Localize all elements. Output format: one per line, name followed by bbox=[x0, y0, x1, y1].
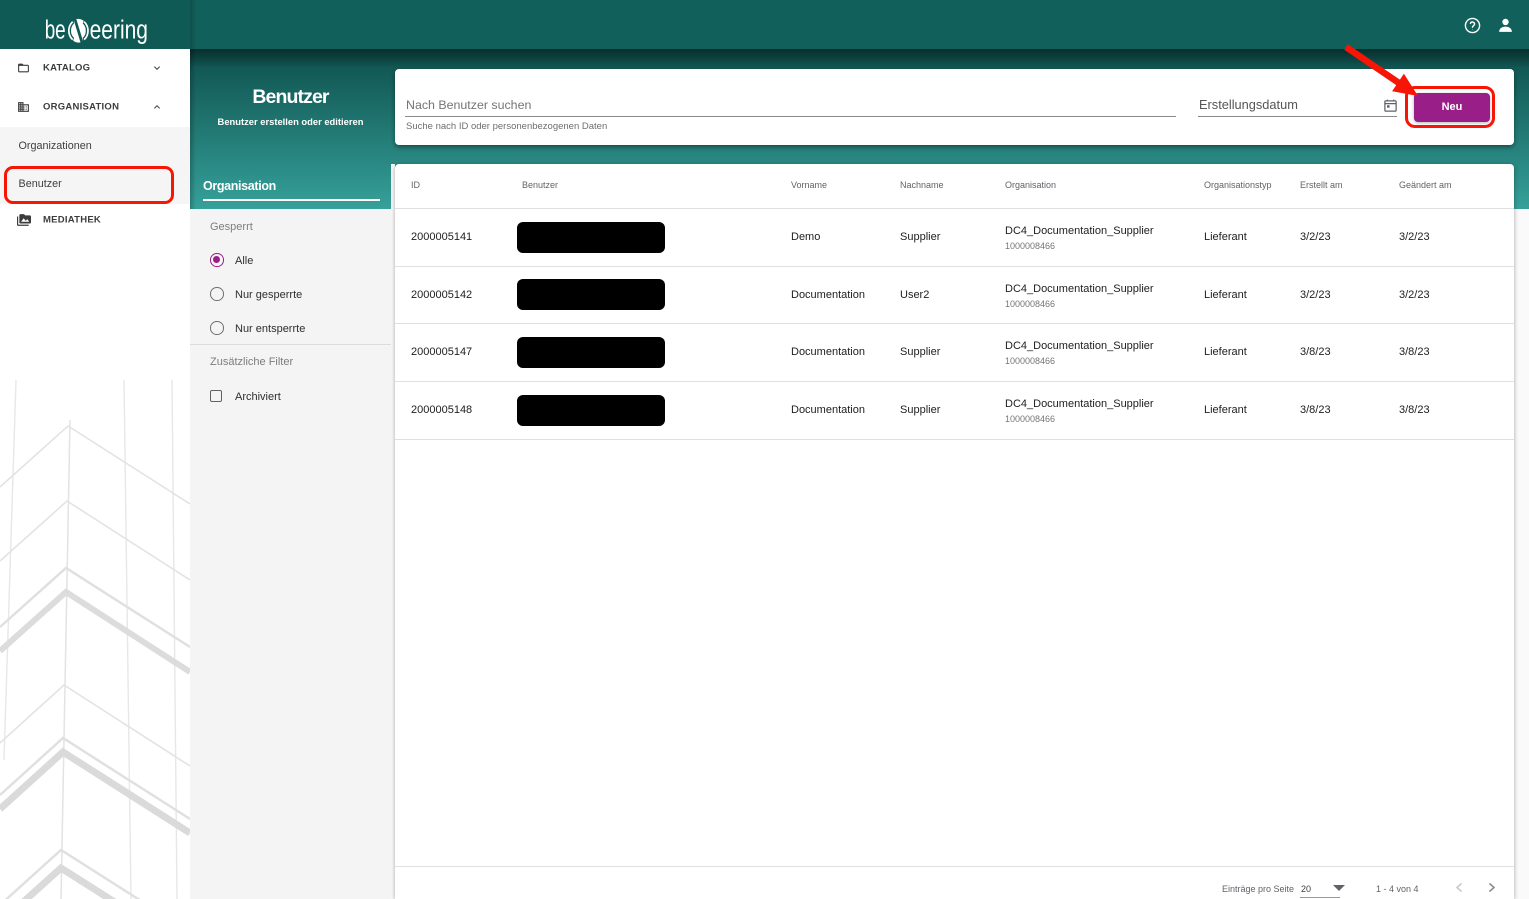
svg-text:eering: eering bbox=[90, 16, 148, 44]
svg-text:be: be bbox=[45, 16, 66, 44]
